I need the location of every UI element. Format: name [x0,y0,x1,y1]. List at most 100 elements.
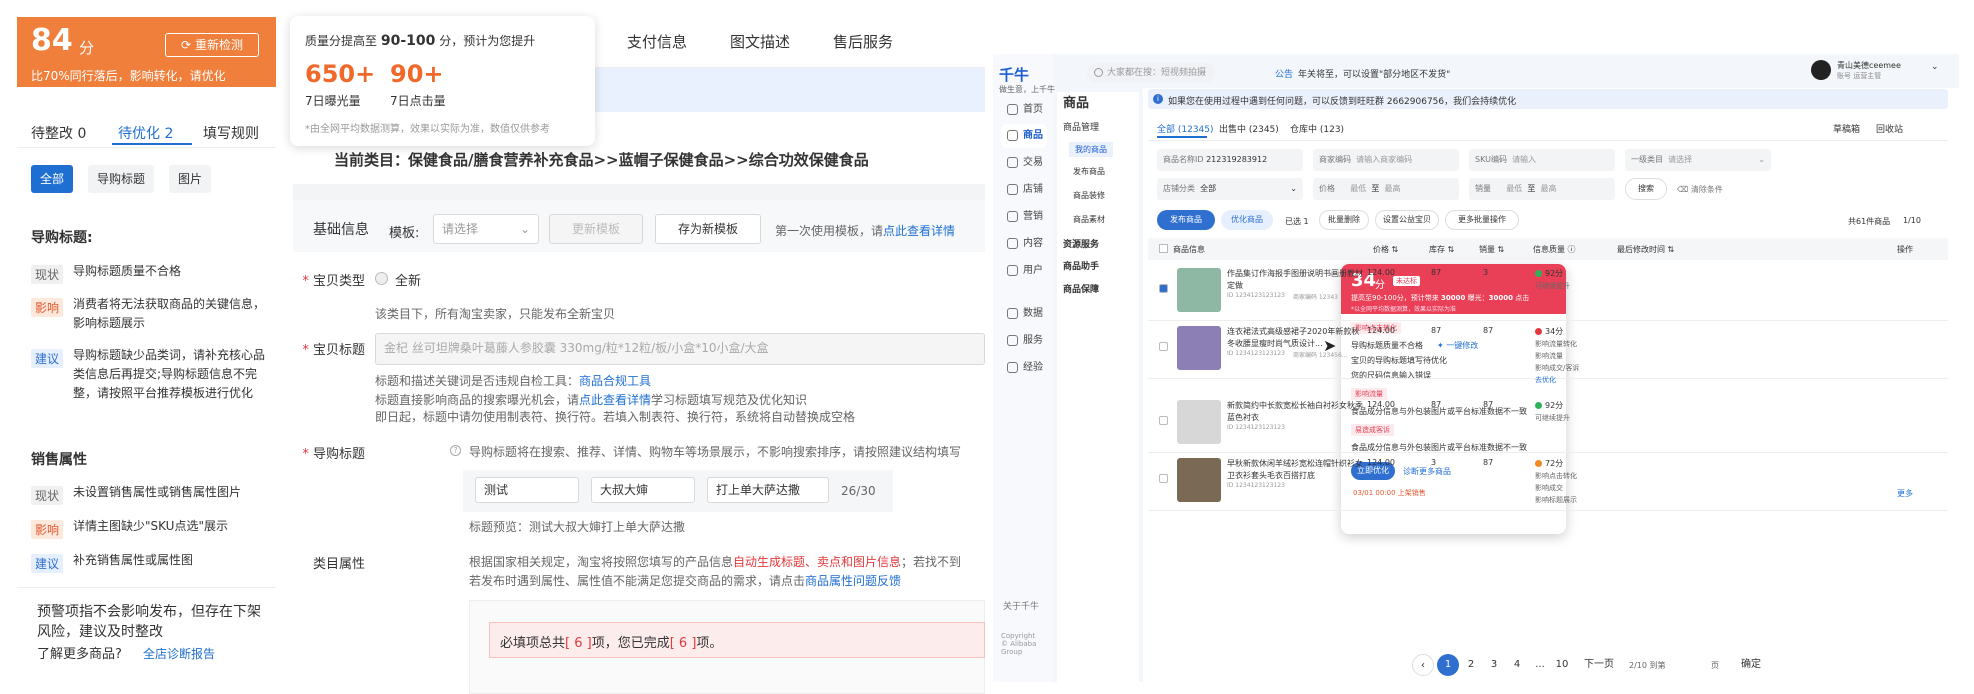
price-filter[interactable]: 价格 最低 至 最高 [1313,178,1459,200]
subnav-item-6[interactable]: 资源服务 [1063,237,1099,250]
nav-item-4[interactable]: 店铺 [1001,178,1047,202]
subnav-item-1[interactable]: 商品管理 [1063,120,1099,133]
quality-score[interactable]: 92分 [1545,400,1563,411]
row-checkbox[interactable] [1159,342,1168,351]
nav-item-9[interactable]: 服务 [1001,329,1047,353]
batch-delete-button[interactable]: 批量删除 [1319,210,1369,230]
category-filter[interactable]: 一级类目 请选择 ⌄ [1625,149,1771,171]
next-page-button[interactable]: 下一页 [1576,654,1622,676]
page-1[interactable]: 1 [1437,654,1459,676]
product-title[interactable]: 连衣裙法式高级感裙子2020年新款秋冬收腰显瘦时尚气质设计... [1227,326,1367,350]
guide-input-1[interactable]: 测试 [475,477,579,503]
product-thumbnail[interactable] [1177,326,1221,370]
nav-item-6[interactable]: 内容 [1001,232,1047,256]
template-select[interactable]: 请选择 ⌄ [433,214,539,244]
first-use-link[interactable]: 点此查看详情 [883,224,955,238]
row-checkbox[interactable] [1159,284,1168,293]
tab-warehouse[interactable]: 仓库中 (123) [1290,122,1344,135]
about-link[interactable]: 关于千牛 [1003,599,1039,612]
publish-goods-button[interactable]: 发布商品 [1157,210,1215,230]
select-all-checkbox[interactable] [1159,244,1168,253]
attr-feedback-link[interactable]: 商品属性问题反馈 [805,574,901,588]
quality-score[interactable]: 34分 [1545,326,1563,337]
subnav-item-5[interactable]: 商品素材 [1073,214,1105,225]
update-template-button[interactable]: 更新模板 [549,214,643,244]
title-input[interactable]: 金杞 丝可坦牌桑叶葛藤人参胶囊 330mg/粒*12粒/板/小盒*10小盒/大盒 [375,333,985,365]
more-link[interactable]: 更多 [1897,488,1913,499]
merchant-code-filter[interactable]: 商家编码 请输入商家编码 [1313,149,1459,171]
tab-on-sale[interactable]: 出售中 (2345) [1219,122,1279,135]
row-checkbox[interactable] [1159,416,1168,425]
recycle-link[interactable]: 回收站 [1876,122,1903,135]
guide-input-3[interactable]: 打上单大萨达撒 [707,477,829,503]
nav-item-10[interactable]: 经验 [1001,356,1047,380]
subnav-item-7[interactable]: 商品助手 [1063,259,1099,272]
help-icon[interactable]: ? [450,445,461,456]
product-thumbnail[interactable] [1177,458,1221,502]
id-filter[interactable]: 商品名称ID 212319283912 [1157,149,1303,171]
product-title[interactable]: 早秋新款休闲羊绒衫宽松连帽针织衫女卫衣衫套头毛衣百搭打底 [1227,458,1367,482]
nav-item-3[interactable]: 交易 [1001,151,1047,175]
optimize-goods-button[interactable]: 优化商品 [1221,210,1273,230]
guide-input-2[interactable]: 大叔大婶 [591,477,695,503]
tab-rules[interactable]: 填写规则 [203,123,259,143]
product-title[interactable]: 作品集订作海报手图册说明书画册教材定做 [1227,268,1367,292]
quick-edit-link[interactable]: ✦ 一键修改 [1437,340,1478,351]
compliance-tool-link[interactable]: 商品合规工具 [579,374,651,388]
subnav-item-3[interactable]: 发布商品 [1073,166,1105,177]
filter-all[interactable]: 全部 [31,165,74,193]
product-thumbnail[interactable] [1177,268,1221,312]
drafts-link[interactable]: 草稿箱 [1833,122,1860,135]
confirm-page-button[interactable]: 确定 [1729,654,1773,676]
clear-filters-link[interactable]: ⌫ 清除条件 [1677,184,1723,195]
col-stock[interactable]: 库存 ⇅ [1429,244,1454,255]
more-batch-button[interactable]: 更多批量操作 [1445,210,1519,230]
row-checkbox[interactable] [1159,474,1168,483]
prev-page-button[interactable]: ‹ [1412,654,1434,676]
nav-item-5[interactable]: 营销 [1001,205,1047,229]
product-title[interactable]: 新款简约中长款宽松长袖白衬衫女秋季蓝色衬衣 [1227,400,1367,424]
sku-filter[interactable]: SKU编码 请输入 [1469,149,1615,171]
product-thumbnail[interactable] [1177,400,1221,444]
shop-report-link[interactable]: 全店诊断报告 [143,645,215,662]
diagnose-more-link[interactable]: 诊断更多商品 [1403,466,1451,477]
page-2[interactable]: 2 [1460,654,1482,676]
tab-to-fix[interactable]: 待整改 0 [31,123,86,143]
quality-extra[interactable]: 去优化 [1535,375,1556,385]
subnav-item-2[interactable]: 我的商品 [1069,142,1113,157]
shop-category-filter[interactable]: 店铺分类 全部 ⌄ [1157,178,1303,200]
search-button[interactable]: 搜索 [1625,178,1667,200]
charity-button[interactable]: 设置公益宝贝 [1375,210,1439,230]
chevron-down-icon[interactable]: ⌄ [1931,62,1939,72]
notice-text[interactable]: 年关将至，可以设置"部分地区不发货" [1298,67,1450,80]
subnav-item-8[interactable]: 商品保障 [1063,282,1099,295]
quality-score[interactable]: 92分 [1545,268,1563,279]
tab-description[interactable]: 图文描述 [730,31,790,52]
save-template-button[interactable]: 存为新模板 [655,214,761,244]
avatar[interactable] [1811,60,1831,80]
tab-payment[interactable]: 支付信息 [627,31,687,52]
tab-all[interactable]: 全部 (12345) [1157,122,1214,135]
page-4[interactable]: 4 [1506,654,1528,676]
tab-after-sale[interactable]: 售后服务 [833,31,893,52]
col-price[interactable]: 价格 ⇅ [1373,244,1398,255]
nav-item-2[interactable]: 商品 [1001,124,1047,148]
sales-filter[interactable]: 销量 最低 至 最高 [1469,178,1615,200]
col-sales[interactable]: 销量 ⇅ [1479,244,1504,255]
quality-score[interactable]: 72分 [1545,458,1563,469]
subnav-item-4[interactable]: 商品装修 [1073,190,1105,201]
page-3[interactable]: 3 [1483,654,1505,676]
col-modified[interactable]: 最后修改时间 ⇅ [1617,244,1674,255]
goto-input[interactable] [1673,654,1707,676]
nav-item-7[interactable]: 用户 [1001,259,1047,283]
radio-icon[interactable] [375,272,388,285]
recheck-button[interactable]: ⟳ 重新检测 [165,33,259,57]
filter-guide-title[interactable]: 导购标题 [88,165,155,193]
nav-item-1[interactable]: 首页 [1001,98,1047,122]
page-10[interactable]: 10 [1551,654,1573,676]
title-detail-link[interactable]: 点此查看详情 [579,393,651,407]
filter-image[interactable]: 图片 [169,165,212,193]
nav-item-8[interactable]: 数据 [1001,302,1047,326]
tab-to-optimize[interactable]: 待优化 2 [118,123,173,143]
search-input[interactable]: 大家都在搜：短视频拍摄 [1087,63,1215,83]
